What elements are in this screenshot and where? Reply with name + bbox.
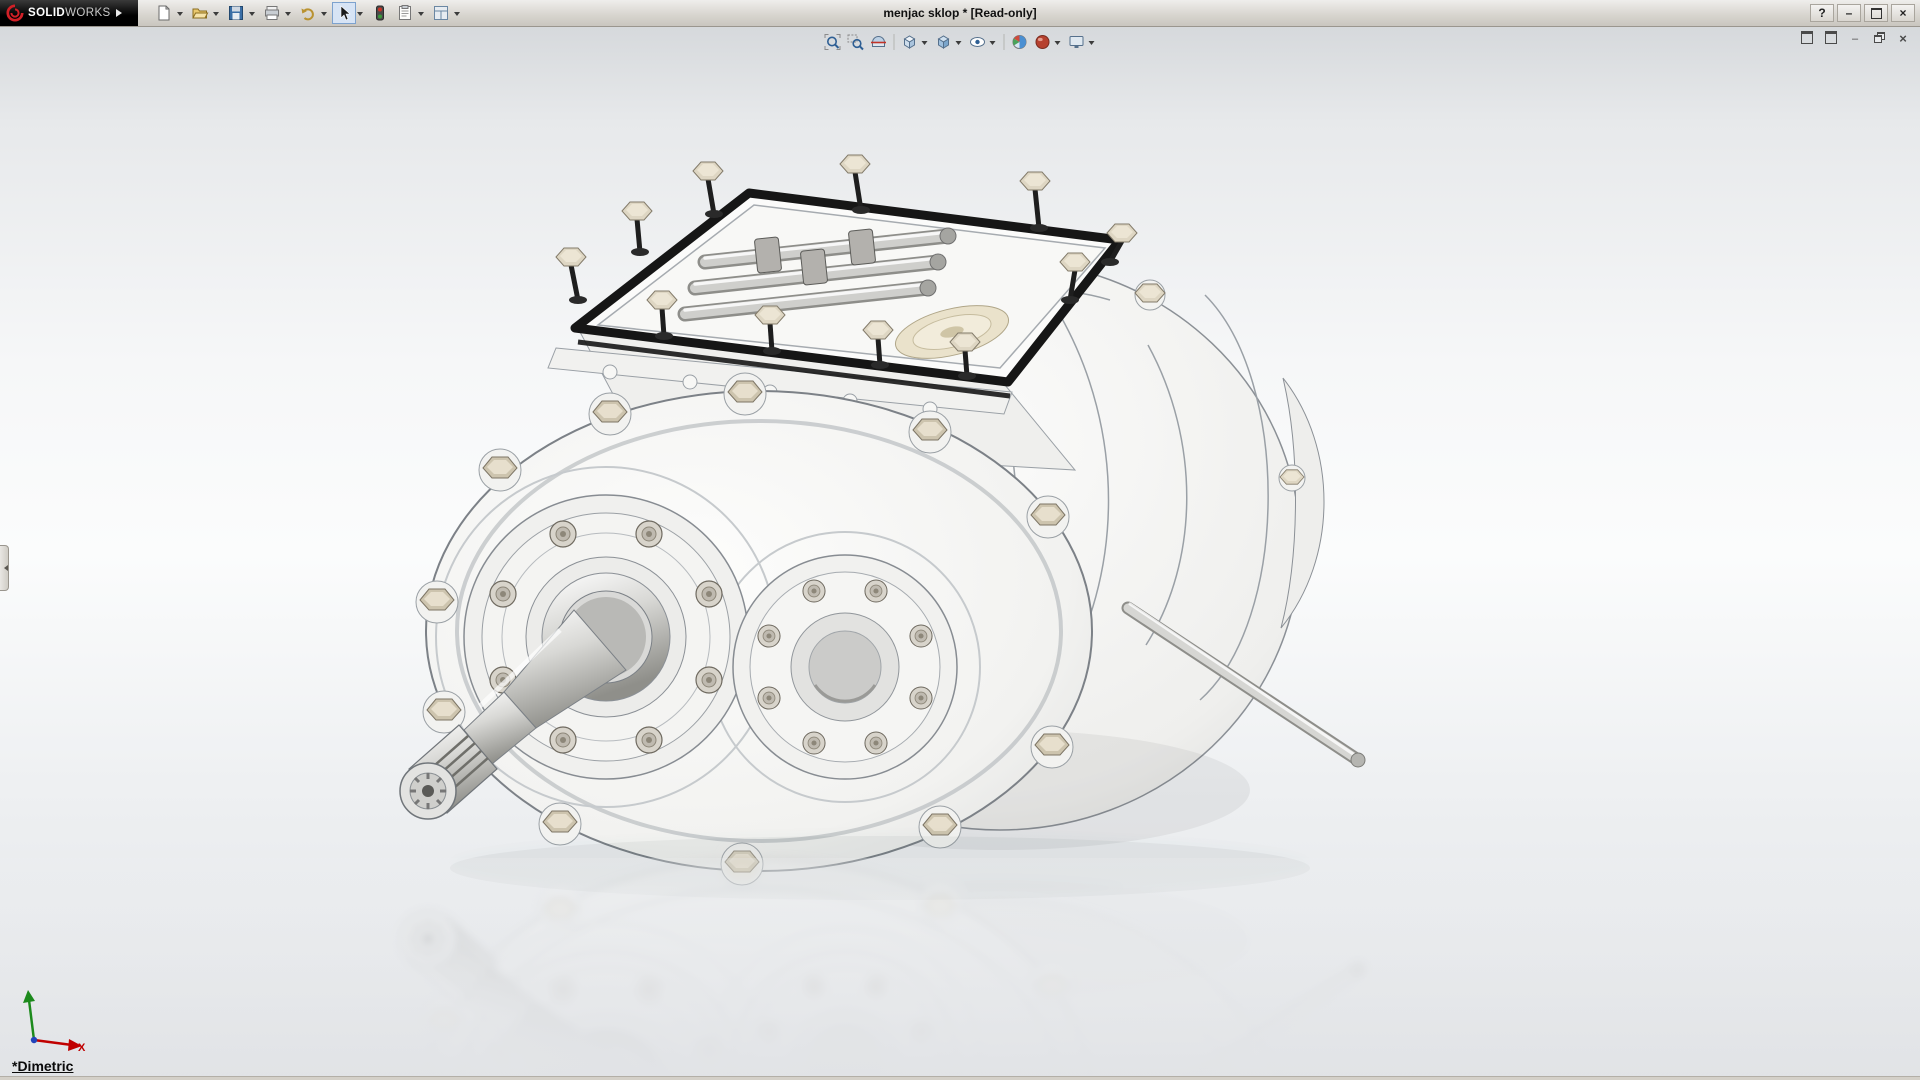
undo-dropdown[interactable] <box>321 12 327 19</box>
apply-scene-button[interactable] <box>1032 32 1054 52</box>
display-style-dropdown[interactable] <box>956 41 962 48</box>
toolbar-separator <box>894 34 895 50</box>
brand-works: WORKS <box>65 7 110 19</box>
rebuild-button[interactable] <box>368 2 392 24</box>
solidworks-logo: SOLIDWORKS <box>0 0 138 26</box>
view-orientation-label: *Dimetric <box>12 1058 73 1074</box>
gearbox-model[interactable] <box>0 0 1920 1080</box>
reflection-fade <box>0 858 1920 1080</box>
window-restore-icon <box>1874 32 1885 42</box>
open-dropdown[interactable] <box>213 12 219 19</box>
titlebar: SOLIDWORKS <box>0 0 1920 27</box>
apply-scene-icon <box>1034 33 1052 51</box>
new-document-button[interactable] <box>152 2 176 24</box>
select-cursor-icon <box>335 4 353 22</box>
document-minimize-button[interactable]: – <box>1846 31 1864 47</box>
new-document-dropdown[interactable] <box>177 12 183 19</box>
featuremanager-collapse-handle[interactable] <box>0 545 9 591</box>
file-properties-dropdown[interactable] <box>418 12 424 19</box>
undo-icon <box>299 4 317 22</box>
hide-show-items-button[interactable] <box>967 32 989 52</box>
file-properties-button[interactable] <box>393 2 417 24</box>
save-icon <box>227 4 245 22</box>
toolbar-separator <box>1004 34 1005 50</box>
help-button[interactable]: ? <box>1810 4 1834 22</box>
dassault-systemes-icon <box>6 4 24 22</box>
status-bar <box>0 1076 1920 1080</box>
display-style-icon <box>935 33 953 51</box>
undo-button[interactable] <box>296 2 320 24</box>
window-pane-button-2[interactable] <box>1822 31 1840 47</box>
select-button[interactable] <box>332 2 356 24</box>
print-icon <box>263 4 281 22</box>
print-dropdown[interactable] <box>285 12 291 19</box>
collapse-arrow-icon <box>1 565 8 571</box>
close-button[interactable]: × <box>1891 4 1915 22</box>
document-window-controls: – × <box>1798 31 1912 47</box>
window-pane-button-1[interactable] <box>1798 31 1816 47</box>
apply-scene-dropdown[interactable] <box>1055 41 1061 48</box>
open-button[interactable] <box>188 2 212 24</box>
edit-appearance-button[interactable] <box>1009 32 1031 52</box>
section-view-button[interactable] <box>868 32 890 52</box>
triad-x-label: X <box>78 1042 85 1054</box>
window-pane-icon <box>1825 31 1837 44</box>
options-dropdown[interactable] <box>454 12 460 19</box>
minimize-button[interactable]: – <box>1837 4 1861 22</box>
hide-show-items-dropdown[interactable] <box>990 41 996 48</box>
hide-show-eye-icon <box>969 33 987 51</box>
main-toolbar <box>152 2 464 24</box>
zoom-to-area-icon <box>847 33 865 51</box>
zoom-to-fit-button[interactable] <box>822 32 844 52</box>
new-document-icon <box>155 4 173 22</box>
maximize-icon <box>1871 8 1882 19</box>
view-orientation-button[interactable] <box>899 32 921 52</box>
edit-appearance-ball-icon <box>1011 33 1029 51</box>
save-dropdown[interactable] <box>249 12 255 19</box>
menu-flyout-arrow-icon[interactable] <box>116 9 126 17</box>
file-properties-icon <box>396 4 414 22</box>
solidworks-window: SOLIDWORKS <box>0 0 1920 1080</box>
brand-text: SOLIDWORKS <box>28 7 111 19</box>
view-settings-icon <box>1068 33 1086 51</box>
select-dropdown[interactable] <box>357 12 363 19</box>
heads-up-toolbar <box>822 32 1099 52</box>
window-pane-icon <box>1801 31 1813 44</box>
brand-solid: SOLID <box>28 7 65 19</box>
zoom-to-area-button[interactable] <box>845 32 867 52</box>
options-panes-icon <box>432 4 450 22</box>
maximize-button[interactable] <box>1864 4 1888 22</box>
document-close-button[interactable]: × <box>1894 31 1912 47</box>
zoom-to-fit-icon <box>824 33 842 51</box>
window-controls: ? – × <box>1810 4 1920 22</box>
section-view-icon <box>870 33 888 51</box>
bearing-flange-right[interactable] <box>733 555 957 779</box>
view-orientation-dropdown[interactable] <box>922 41 928 48</box>
graphics-area[interactable]: – × X *Dimetric <box>0 27 1920 1080</box>
print-button[interactable] <box>260 2 284 24</box>
document-restore-button[interactable] <box>1870 31 1888 47</box>
rebuild-traffic-light-icon <box>371 4 389 22</box>
view-settings-button[interactable] <box>1066 32 1088 52</box>
open-icon <box>191 4 209 22</box>
options-button[interactable] <box>429 2 453 24</box>
view-settings-dropdown[interactable] <box>1089 41 1095 48</box>
display-style-button[interactable] <box>933 32 955 52</box>
view-orientation-cube-icon <box>901 33 919 51</box>
save-button[interactable] <box>224 2 248 24</box>
